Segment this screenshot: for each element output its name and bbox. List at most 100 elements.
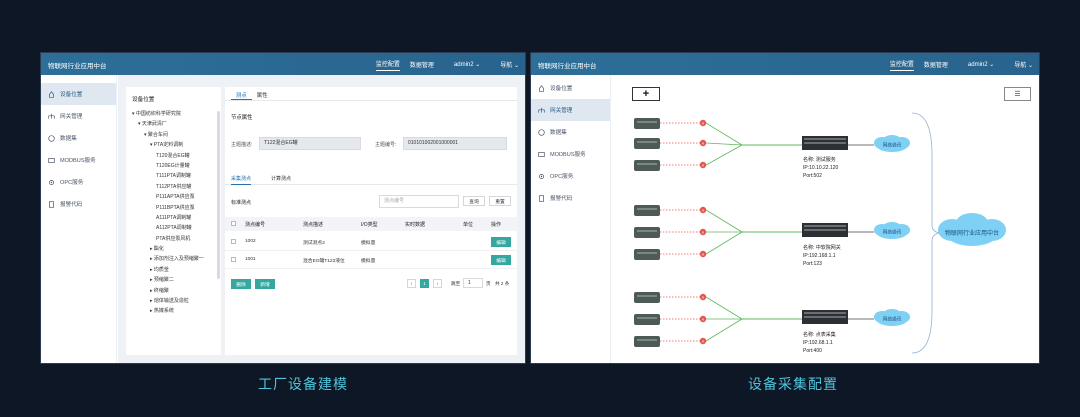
tree-list: ▾ 中国纺织科学研究院 ▾ 天津武清厂 ▾ 聚合车间 ▾ PTA定料调制 T120混合E… (126, 109, 221, 317)
topic-desc-field[interactable]: T122混合EG罐 (259, 137, 361, 150)
tree-node[interactable]: ▸ 酯化 (126, 244, 221, 254)
tree-node[interactable]: ▾ 中国纺织科学研究院 (126, 109, 221, 119)
tree-node-label: 终缩聚 (153, 287, 169, 294)
topic-id-label: 主题编号: (375, 142, 397, 148)
tree-node[interactable]: ▸ 添加剂注入及预缩聚一 (126, 254, 221, 264)
delete-button[interactable]: 删除 (231, 279, 251, 289)
sidebar: 设备位置 网关管理 数据集 MODBUS服务 OPC服务 报警代码 (41, 75, 117, 363)
sidebar-item-modbus[interactable]: MODBUS服务 (531, 143, 610, 165)
top-nav: 监控配置 数据管理 admin2 ⌄ 导航 ⌄ (366, 53, 519, 75)
tree-node-label: 天津武清厂 (141, 121, 167, 128)
edit-button[interactable]: 编辑 (491, 237, 511, 247)
nav-navigation[interactable]: 导航 ⌄ (1004, 58, 1033, 71)
tab-collect-points[interactable]: 采集测点 (231, 175, 252, 185)
sidebar-item-gateway[interactable]: 网关管理 (531, 99, 610, 121)
server-name: 名称: 测试服务 (803, 157, 836, 163)
tree-node[interactable]: ▸ 均质釜 (126, 265, 221, 275)
tree-node[interactable]: PTA供应泵风机 (126, 234, 221, 244)
tree-node[interactable]: A111PTA调制罐 (126, 213, 221, 223)
cell-desc: 混合EG罐T122液位 (303, 259, 345, 264)
server-name: 名称: 中软院网关 (803, 245, 841, 251)
reset-button[interactable]: 重置 (489, 196, 511, 206)
tree-scrollbar[interactable] (217, 111, 220, 279)
sidebar-item-dataset[interactable]: 数据集 (41, 127, 116, 149)
sidebar-item-alarm[interactable]: 报警代码 (41, 193, 116, 215)
server-info-3: 名称: 点表采集 IP:192.68.1.1 Port:400 (803, 331, 836, 355)
row-checkbox[interactable] (231, 257, 236, 262)
sidebar-item-opc[interactable]: OPC服务 (531, 165, 610, 187)
row-checkbox[interactable] (231, 239, 236, 244)
select-all-checkbox[interactable] (231, 221, 236, 226)
goto-page-input[interactable]: 1 (463, 278, 483, 288)
sidebar-item-alarm[interactable]: 报警代码 (531, 187, 610, 209)
tree-node[interactable]: P111BPTA供应泵 (126, 203, 221, 213)
page-1[interactable]: 1 (420, 279, 429, 288)
app-title: 物联网行业应用中台 (538, 63, 597, 70)
modeling-window: 物联网行业应用中台 监控配置 数据管理 admin2 ⌄ 导航 ⌄ 设备位置 网… (40, 52, 526, 364)
nav-data[interactable]: 数据管理 (410, 58, 434, 71)
tree-node[interactable]: A112PTA调制罐 (126, 223, 221, 233)
nav-user[interactable]: admin2 ⌄ (958, 59, 994, 70)
cell-io: 模拟量 (361, 259, 376, 264)
server-icon (537, 150, 545, 158)
sidebar-item-location[interactable]: 设备位置 (41, 83, 116, 105)
device-detail (637, 121, 657, 123)
server-port: Port:400 (803, 348, 822, 354)
main-tabs: 测点 属性 (225, 87, 517, 101)
next-page-button[interactable]: › (433, 279, 442, 288)
status-x: × (702, 121, 705, 126)
tree-node-label: A111PTA调制罐 (156, 214, 192, 221)
tree-node[interactable]: T120EG计量罐 (126, 161, 221, 171)
tree-node[interactable]: ▾ 天津武清厂 (126, 119, 221, 129)
tree-node[interactable]: ▸ 熔体输送及造粒 (126, 296, 221, 306)
tree-node[interactable]: ▸ 终缩聚 (126, 286, 221, 296)
sidebar-label: OPC服务 (60, 180, 84, 186)
device-icon[interactable] (634, 292, 660, 303)
tree-node[interactable]: ▾ PTA定料调制 (126, 140, 221, 150)
server-name: 名称: 点表采集 (803, 332, 836, 338)
search-button[interactable]: 查询 (463, 196, 485, 206)
nav-monitor[interactable]: 监控配置 (375, 57, 400, 71)
converge-line (705, 209, 743, 233)
prev-page-button[interactable]: ‹ (407, 279, 416, 288)
tab-properties[interactable]: 属性 (252, 87, 273, 100)
sidebar-item-gateway[interactable]: 网关管理 (41, 105, 116, 127)
sidebar-item-dataset[interactable]: 数据集 (531, 121, 610, 143)
nav-navigation[interactable]: 导航 ⌄ (490, 58, 519, 71)
tree-node[interactable]: T112PTA供应罐 (126, 182, 221, 192)
central-cloud[interactable]: 物联网行业应用中台 (938, 213, 1006, 246)
nav-monitor[interactable]: 监控配置 (889, 57, 914, 71)
sidebar-item-location[interactable]: 设备位置 (531, 77, 610, 99)
tab-calc-points[interactable]: 计算测点 (271, 175, 291, 182)
search-input[interactable]: 测点编号 (379, 195, 459, 208)
location-icon (47, 90, 55, 98)
sidebar-item-opc[interactable]: OPC服务 (41, 171, 116, 193)
device-detail (637, 141, 657, 143)
topic-id-field[interactable]: 010101002001000001 (403, 137, 507, 150)
sidebar-item-modbus[interactable]: MODBUS服务 (41, 149, 116, 171)
tree-node[interactable]: T120混合EG罐 (126, 151, 221, 161)
tree-node[interactable]: ▸ 预缩聚二 (126, 275, 221, 285)
add-button[interactable]: 新增 (255, 279, 275, 289)
nav-data[interactable]: 数据管理 (924, 58, 948, 71)
tree-node[interactable]: ▸ 热媒系统 (126, 306, 221, 316)
tree-node[interactable]: ▾ 聚合车间 (126, 130, 221, 140)
device-icon[interactable] (634, 160, 660, 171)
device-icon[interactable] (634, 227, 660, 238)
device-icon[interactable] (634, 205, 660, 216)
device-icon[interactable] (634, 314, 660, 325)
device-icon[interactable] (634, 138, 660, 149)
converge-line (705, 142, 743, 146)
tree-node[interactable]: P111APTA供应泵 (126, 192, 221, 202)
sidebar-label: MODBUS服务 (60, 158, 96, 164)
nav-user[interactable]: admin2 ⌄ (444, 59, 480, 70)
device-icon[interactable] (634, 118, 660, 129)
tree-node[interactable]: T111PTA调制罐 (126, 171, 221, 181)
col-realtime: 实时数据 (405, 222, 426, 228)
tab-points[interactable]: 测点 (231, 87, 252, 100)
sidebar-label: OPC服务 (550, 174, 574, 180)
converge-line (705, 122, 743, 146)
edit-button[interactable]: 编辑 (491, 255, 511, 265)
device-icon[interactable] (634, 336, 660, 347)
device-icon[interactable] (634, 249, 660, 260)
